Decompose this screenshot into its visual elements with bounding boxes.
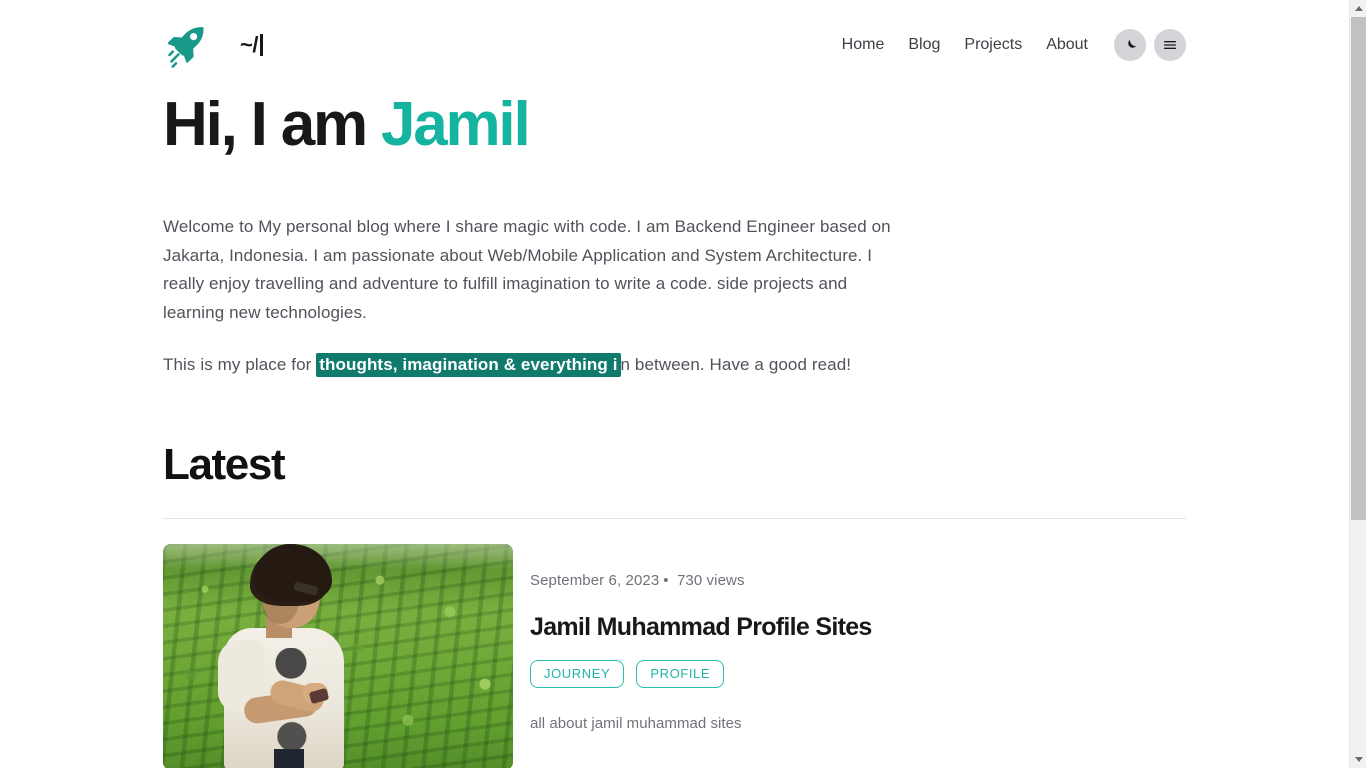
nav-item-about[interactable]: About	[1034, 29, 1100, 60]
brand-home-link[interactable]: ~/	[163, 21, 263, 69]
nav-item-blog[interactable]: Blog	[896, 29, 952, 60]
meta-separator: •	[663, 571, 669, 589]
hero-paragraph-2-before: This is my place for	[163, 355, 317, 375]
main-navigation: Home Blog Projects About	[830, 29, 1186, 61]
section-divider	[163, 517, 1186, 519]
page-content: ~/ Home Blog Projects About Hi, I am Jam…	[0, 0, 1349, 768]
page-viewport: ~/ Home Blog Projects About Hi, I am Jam…	[0, 0, 1349, 768]
post-tag-journey[interactable]: JOURNEY	[530, 659, 625, 688]
hamburger-menu-icon	[1164, 41, 1176, 49]
nav-item-home[interactable]: Home	[830, 29, 897, 60]
person-legs	[274, 748, 304, 768]
page-title-accent: Jamil	[380, 90, 531, 159]
rocket-icon	[167, 27, 204, 68]
latest-section-heading: Latest	[163, 439, 286, 489]
post-date: September 6, 2023	[530, 571, 660, 589]
post-title-link[interactable]: Jamil Muhammad Profile Sites	[530, 613, 872, 641]
post-description: all about jamil muhammad sites	[530, 714, 742, 732]
dark-mode-toggle-button[interactable]	[1114, 29, 1146, 61]
person-hair	[254, 543, 332, 602]
post-body: September 6, 2023 • 730 views Jamil Muham…	[530, 544, 1186, 732]
person-figure	[218, 543, 363, 768]
scroll-down-arrow[interactable]	[1350, 751, 1366, 768]
post-title[interactable]: Jamil Muhammad Profile Sites	[530, 612, 1186, 642]
brand-path-text: ~/	[240, 34, 263, 56]
post-list-item[interactable]: September 6, 2023 • 730 views Jamil Muham…	[163, 543, 1186, 768]
post-views: 730 views	[676, 571, 745, 589]
post-tag-profile[interactable]: PROFILE	[636, 659, 725, 688]
hero-paragraph-2: This is my place for thoughts, imaginati…	[163, 351, 893, 380]
brand-text-caret	[259, 34, 263, 56]
nav-item-projects[interactable]: Projects	[952, 29, 1034, 60]
moon-icon	[1127, 39, 1136, 48]
page-scrollbar[interactable]	[1349, 0, 1366, 768]
page-title-prefix: Hi, I am	[163, 90, 381, 159]
hero-highlight-text: thoughts, imagination & everything i	[316, 353, 621, 378]
scrollbar-thumb[interactable]	[1351, 17, 1366, 520]
hero-paragraph-2-after: n between. Have a good read!	[620, 355, 852, 375]
site-header: ~/ Home Blog Projects About	[163, 0, 1186, 90]
hero-description: Welcome to My personal blog where I shar…	[163, 213, 893, 380]
post-tags: JOURNEY PROFILE	[530, 659, 1186, 688]
post-thumbnail-link[interactable]	[163, 543, 513, 768]
scroll-up-arrow[interactable]	[1350, 0, 1366, 17]
post-meta: September 6, 2023 • 730 views	[530, 572, 1186, 589]
hero-paragraph-1: Welcome to My personal blog where I shar…	[163, 217, 891, 322]
hamburger-menu-button[interactable]	[1154, 29, 1186, 61]
page-title: Hi, I am Jamil	[163, 92, 1186, 157]
